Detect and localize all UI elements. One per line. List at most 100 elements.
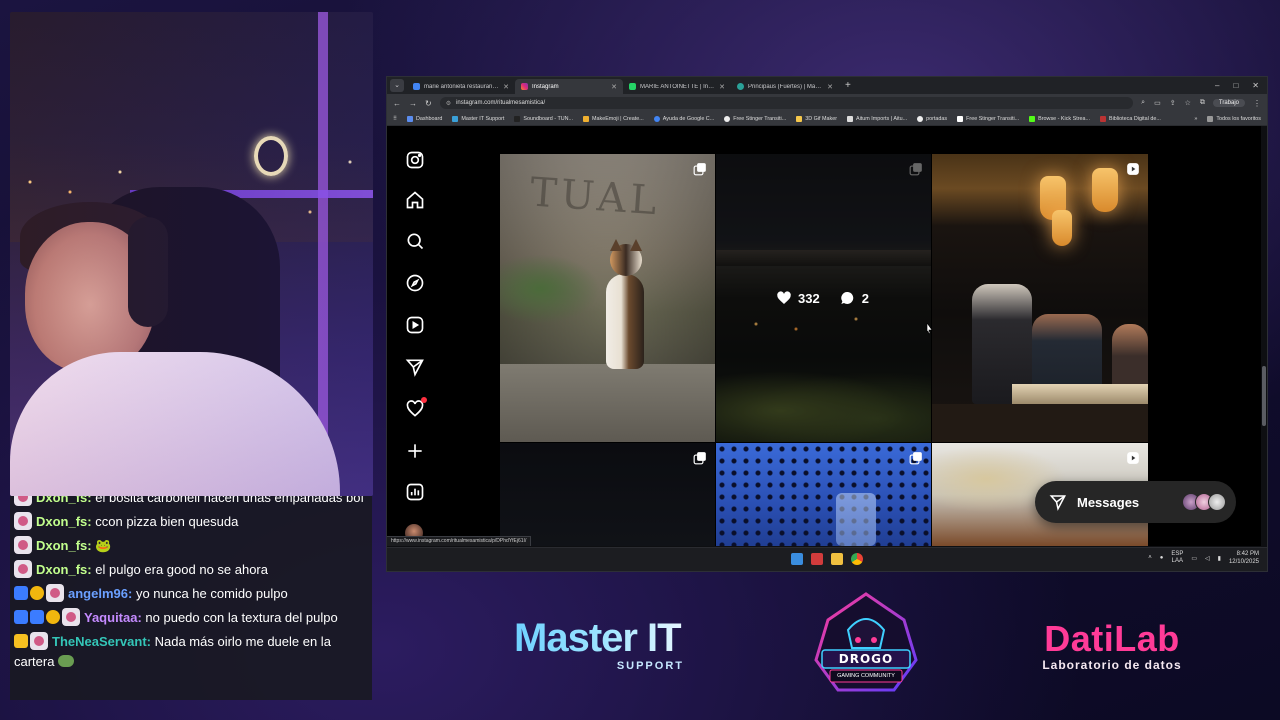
post-tile-hovered[interactable]: 332 2 [716,154,931,442]
extensions-icon[interactable]: ⧉ [1200,99,1205,107]
file-explorer-icon[interactable] [831,553,843,565]
home-icon[interactable] [405,190,425,210]
chat-message: Dxon_fs: ccon pizza bien quesuda [10,510,372,534]
site-info-icon[interactable]: ⚙ [446,100,451,107]
bookmark-item[interactable]: Soundboard - TUN... [514,115,573,122]
whatsapp-icon [629,83,636,90]
more-bookmarks-icon[interactable]: » [1194,116,1197,122]
emote-icon [58,655,75,667]
scrollbar[interactable] [1261,126,1267,546]
user-badge-icon [30,632,48,650]
bookmark-item[interactable]: Master IT Support [452,115,504,122]
bits-badge-icon [46,610,60,624]
instagram-logo-icon[interactable] [405,150,425,170]
close-window-button[interactable]: ✕ [1252,81,1259,90]
bookmark-item[interactable]: Free Stinger Transiti... [724,115,786,122]
cast-icon[interactable]: ▭ [1154,99,1161,107]
messages-icon[interactable] [405,357,425,377]
battery-icon[interactable]: ▮ [1218,555,1221,562]
close-icon[interactable]: ✕ [611,83,617,91]
windows-taskbar: ˄ ● ESP LAA ▭ ◁ ▮ 8:42 PM 12/10/2025 [387,547,1267,571]
back-icon[interactable]: ← [393,99,401,108]
minimize-button[interactable]: – [1215,81,1219,90]
mouse-cursor-icon [926,323,933,335]
maximize-button[interactable]: □ [1233,81,1238,90]
bookmark-item[interactable]: Dashboard [406,115,442,122]
taskbar-apps [791,553,863,565]
bookmark-item[interactable]: Browse - Kick Strea... [1029,115,1090,122]
search-icon[interactable] [405,231,425,251]
sub-badge-icon [30,610,44,624]
profile-button[interactable]: Trabajo [1212,99,1245,107]
bookmark-item[interactable]: 3D Gif Maker [796,115,837,122]
browser-window: ⌄ marie antonieta restaurante - Bu ✕ Ins… [386,76,1268,572]
user-badge-icon [62,608,80,626]
mic-icon[interactable]: ● [1160,555,1164,561]
post-tile[interactable] [716,443,931,546]
reel-icon [1126,162,1140,176]
clock[interactable]: 8:42 PM 12/10/2025 [1229,550,1259,566]
globe-icon [737,83,744,90]
volume-icon[interactable]: ◁ [1205,555,1210,562]
messages-button[interactable]: Messages [1035,481,1236,523]
forward-icon[interactable]: → [409,99,417,108]
user-badge-icon [14,536,32,554]
bookmark-item[interactable]: MakeEmoji | Create... [583,115,644,122]
stream-chat: Dxon_fs: el bosita carbonell hacen unas … [10,496,372,700]
explore-icon[interactable] [405,273,425,293]
chat-message: Yaquitaa: no puedo con la textura del pu… [10,606,372,630]
all-bookmarks[interactable]: Todos los favoritos [1207,115,1261,122]
reload-icon[interactable]: ↻ [425,99,432,108]
bookmark-item[interactable]: Ayuda de Google C... [653,115,714,122]
address-bar[interactable]: ⚙ instagram.com/ritualmesamistica/ [439,97,1134,109]
network-icon[interactable]: ▭ [1191,555,1197,562]
scroll-thumb[interactable] [1262,366,1266,426]
notifications-icon[interactable] [405,397,427,419]
chevron-up-icon[interactable]: ˄ [1148,555,1152,561]
tab-search-button[interactable]: ⌄ [390,79,404,92]
close-icon[interactable]: ✕ [827,83,833,91]
master-it-support-logo: Master IT SUPPORT [514,616,684,672]
new-tab-button[interactable]: + [839,80,857,91]
post-tile[interactable] [932,154,1148,442]
bookmark-star-icon[interactable]: ☆ [1185,99,1191,107]
conversation-avatars [1182,493,1226,511]
bookmark-item[interactable]: Free Stinger Transiti... [957,115,1019,122]
bookmark-item[interactable]: Biblioteca Digital de... [1099,115,1161,122]
wall-lettering: TUAL [528,169,663,225]
app-icon[interactable] [811,553,823,565]
create-icon[interactable] [405,441,425,461]
apps-icon[interactable]: ⠿ [393,116,397,122]
windows-start-icon[interactable] [791,553,803,565]
zoom-icon[interactable]: ⌕ [1141,99,1145,107]
post-stats: 332 2 [776,290,869,306]
close-icon[interactable]: ✕ [503,83,509,91]
chat-message: Dxon_fs: el bosita carbonell hacen unas … [10,496,372,510]
tab-instagram[interactable]: Instagram ✕ [515,79,623,94]
carousel-icon [693,162,707,176]
bookmark-item[interactable]: portadas [917,115,947,122]
chrome-icon[interactable] [851,553,863,565]
carousel-icon [909,162,923,176]
bookmark-item[interactable]: Aitum Imports | Aitu... [847,115,907,122]
toolbar-icons: ⌕ ▭ ⇪ ☆ ⧉ [1141,99,1205,107]
address-url: instagram.com/ritualmesamistica/ [456,100,546,106]
post-tile[interactable] [500,443,715,546]
dashboard-icon[interactable] [405,482,425,502]
tab-google[interactable]: marie antonieta restaurante - Bu ✕ [407,79,515,94]
instagram-sidebar [387,126,443,546]
notification-dot [421,397,427,403]
language-indicator[interactable]: ESP LAA [1171,551,1183,565]
crown-badge-icon [14,634,28,648]
messages-icon [1049,495,1066,511]
reels-icon[interactable] [405,315,425,335]
window-controls: – □ ✕ [1215,81,1267,90]
menu-icon[interactable]: ⋮ [1253,99,1261,108]
tab-principaus[interactable]: Principaus (Fuertes) | Marie Ant ✕ [731,79,839,94]
share-icon[interactable]: ⇪ [1170,99,1176,107]
post-tile[interactable]: TUAL [500,154,715,442]
sub-badge-icon [14,586,28,600]
close-icon[interactable]: ✕ [719,83,725,91]
lamp-image [1052,210,1072,246]
tab-marie-antoinette[interactable]: MARIE ANTOINETTE | Instagram ✕ [623,79,731,94]
